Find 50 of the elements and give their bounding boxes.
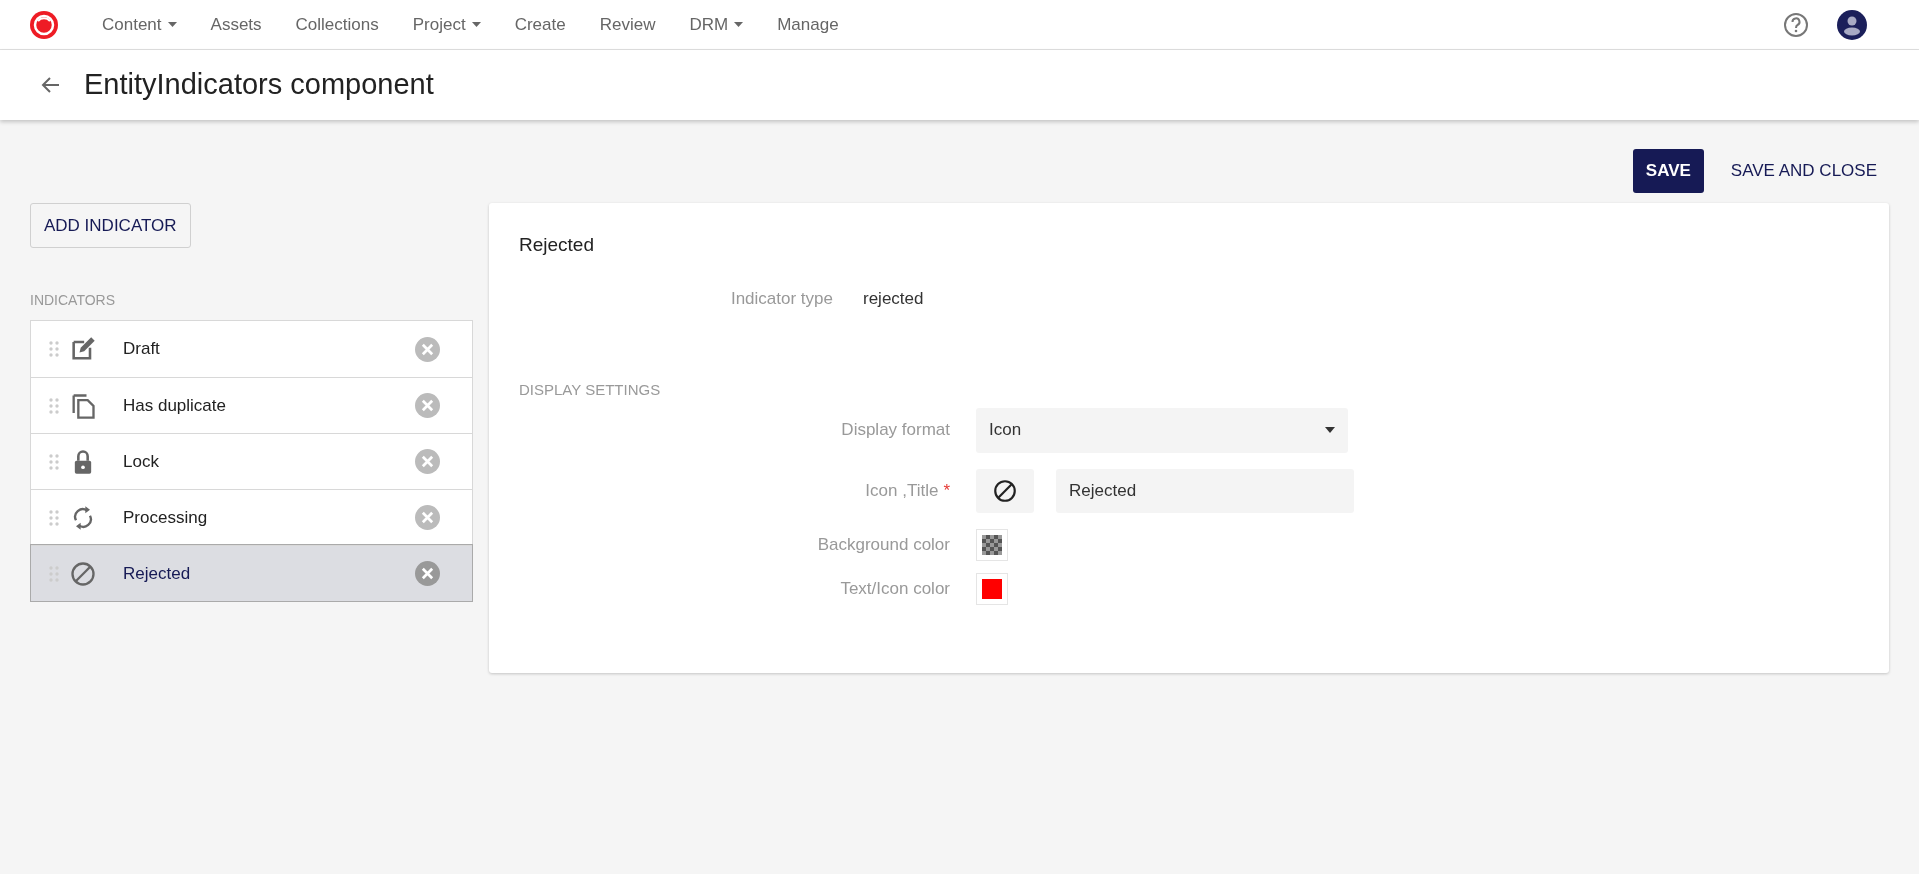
indicator-list-item[interactable]: Rejected: [31, 545, 472, 601]
nav-link[interactable]: DRM: [683, 11, 750, 38]
nav-link[interactable]: Create: [508, 11, 572, 38]
drag-handle-icon[interactable]: [49, 397, 59, 414]
indicator-label: Draft: [123, 338, 160, 361]
user-avatar-icon[interactable]: [1837, 9, 1867, 40]
transparent-color-swatch[interactable]: [976, 528, 1008, 561]
help-icon[interactable]: [1783, 11, 1809, 38]
indicator-label: Rejected: [123, 562, 191, 585]
indicator-label: Has duplicate: [123, 394, 226, 417]
drag-handle-icon[interactable]: [49, 509, 59, 526]
panel-title: Rejected: [519, 233, 595, 257]
remove-icon[interactable]: [415, 561, 440, 586]
nav-link[interactable]: Review: [593, 11, 662, 38]
display-format-dropdown[interactable]: Icon: [976, 407, 1348, 453]
logo-icon[interactable]: [28, 8, 60, 41]
remove-icon[interactable]: [415, 336, 440, 362]
field-label: Background color: [816, 533, 950, 556]
prohibited-icon: [69, 559, 97, 588]
indicator-label: Lock: [123, 450, 159, 473]
title-input-field[interactable]: Rejected: [1056, 468, 1354, 513]
field-label: Indicator type: [729, 287, 833, 310]
add-indicator-button[interactable]: ADD INDICATOR: [30, 203, 191, 248]
pencil-square-icon: [69, 335, 97, 363]
indicator-type-value: rejected: [863, 287, 924, 310]
required-asterisk: *: [943, 480, 950, 500]
remove-icon[interactable]: [415, 449, 440, 474]
icon-picker-button[interactable]: [976, 468, 1034, 513]
indicator-list-item[interactable]: Processing: [31, 489, 472, 545]
section-label: DISPLAY SETTINGS: [519, 380, 662, 400]
field-label: Text/Icon color: [839, 577, 950, 600]
save-and-close-button[interactable]: SAVE AND CLOSE: [1730, 149, 1877, 193]
nav-link[interactable]: Project: [406, 11, 487, 38]
save-button[interactable]: SAVE: [1632, 149, 1704, 193]
page-title: EntityIndicators component: [84, 67, 434, 103]
caret-icon: [1325, 427, 1335, 433]
section-label: INDICATORS: [30, 291, 117, 310]
drag-handle-icon[interactable]: [49, 341, 59, 357]
field-label: Display format: [840, 419, 950, 442]
remove-icon[interactable]: [415, 505, 440, 530]
indicator-label: Processing: [123, 506, 208, 529]
nav-link[interactable]: Content: [96, 11, 183, 38]
prohibited-icon: [992, 477, 1018, 504]
nav-link[interactable]: Collections: [289, 11, 385, 38]
nav-link[interactable]: Manage: [771, 11, 845, 38]
nav-link[interactable]: Assets: [204, 11, 268, 38]
drag-handle-icon[interactable]: [49, 453, 59, 470]
color-swatch[interactable]: [976, 572, 1008, 605]
remove-icon[interactable]: [415, 393, 440, 418]
field-label: Icon ,Title *: [864, 479, 950, 502]
